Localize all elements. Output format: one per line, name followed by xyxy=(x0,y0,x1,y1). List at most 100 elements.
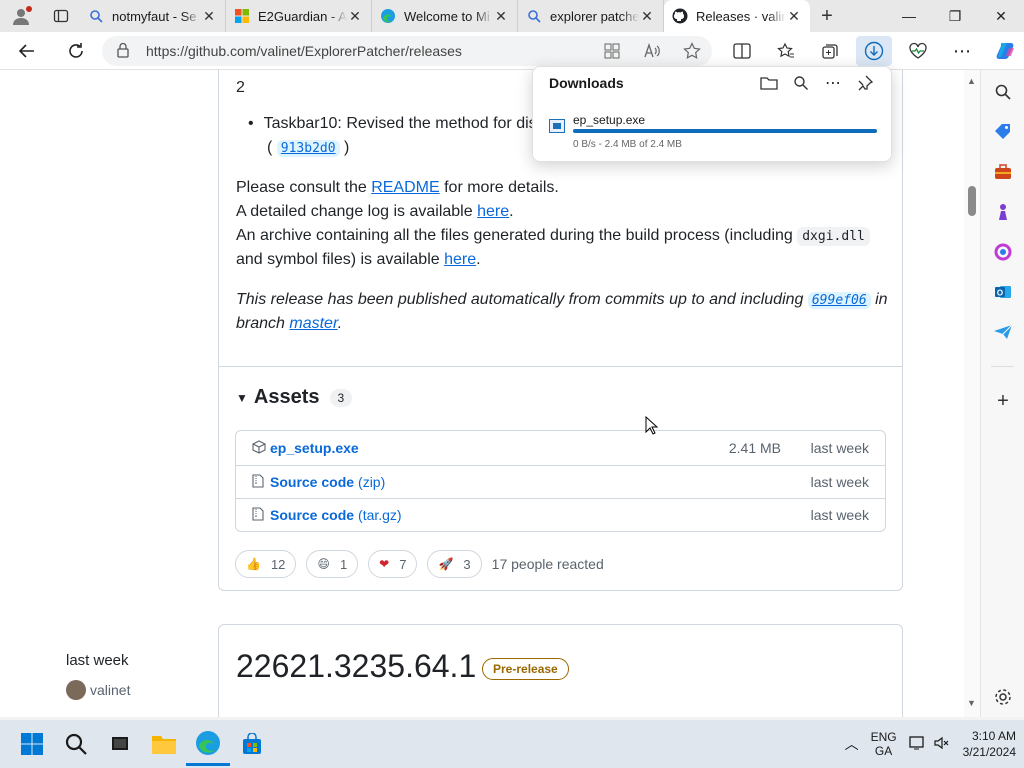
github-icon xyxy=(672,8,688,24)
new-tab-button[interactable]: + xyxy=(810,0,844,32)
sidebar-search[interactable] xyxy=(981,72,1024,112)
address-bar[interactable]: https://github.com/valinet/ExplorerPatch… xyxy=(102,36,712,66)
clock[interactable]: 3:10 AM 3/21/2024 xyxy=(963,728,1016,760)
app-available-icon[interactable] xyxy=(592,43,632,59)
sidebar-outlook[interactable]: O xyxy=(981,272,1024,312)
rocket-icon: 🚀 xyxy=(438,557,454,571)
tab-actions-icon xyxy=(53,9,69,23)
address-toolbar: https://github.com/valinet/ExplorerPatch… xyxy=(0,32,1024,70)
restore-button[interactable]: ❐ xyxy=(932,0,978,32)
tab-5-active[interactable]: Releases · valin ✕ xyxy=(664,0,810,32)
sidebar-drop[interactable] xyxy=(981,312,1024,352)
read-aloud-icon[interactable] xyxy=(632,43,672,59)
scrollbar-thumb[interactable] xyxy=(968,186,976,216)
scroll-down-arrow-icon[interactable]: ▼ xyxy=(967,698,976,708)
back-button[interactable] xyxy=(0,32,54,70)
more-dots-icon: ⋯ xyxy=(825,75,841,92)
bullet-commit: ( 913b2d0 ) xyxy=(267,139,350,157)
package-icon xyxy=(252,439,268,457)
tab-4[interactable]: explorer patche ✕ xyxy=(518,0,664,32)
readme-link[interactable]: README xyxy=(371,179,439,196)
readme-paragraph: Please consult the README for more detai… xyxy=(236,176,559,200)
copilot-button[interactable] xyxy=(984,32,1024,70)
minimize-button[interactable]: — xyxy=(886,0,932,32)
taskbar-search[interactable] xyxy=(54,722,98,766)
volume-muted-icon[interactable] xyxy=(933,735,949,754)
asset-format[interactable]: (tar.gz) xyxy=(358,507,402,523)
store-button[interactable] xyxy=(230,722,274,766)
tab-2[interactable]: E2Guardian - A ✕ xyxy=(226,0,372,32)
url-text: https://github.com/valinet/ExplorerPatch… xyxy=(146,43,462,59)
sidebar-settings[interactable] xyxy=(981,677,1024,717)
input-language[interactable]: ENG GA xyxy=(871,730,897,758)
prerelease-badge: Pre-release xyxy=(482,658,569,680)
close-tab-icon[interactable]: ✕ xyxy=(201,8,217,25)
text: in xyxy=(870,291,888,308)
refresh-button[interactable] xyxy=(54,32,98,70)
tab-3[interactable]: Welcome to Mi ✕ xyxy=(372,0,518,32)
browser-essentials-button[interactable] xyxy=(896,32,940,70)
text: A detailed change log is available xyxy=(236,203,478,220)
asset-link[interactable]: ep_setup.exe xyxy=(270,440,359,456)
favorites-button[interactable] xyxy=(764,32,808,70)
scroll-up-arrow-icon[interactable]: ▲ xyxy=(967,76,976,86)
commit-link[interactable]: 699ef06 xyxy=(807,292,871,309)
sidebar-shopping[interactable] xyxy=(981,112,1024,152)
sidebar-add[interactable]: + xyxy=(981,381,1024,421)
tab-title: Welcome to Mi xyxy=(404,8,490,24)
sidebar-microsoft365[interactable] xyxy=(981,232,1024,272)
more-options-button[interactable]: ⋯ xyxy=(817,73,849,93)
store-icon xyxy=(243,733,261,754)
close-tab-icon[interactable]: ✕ xyxy=(786,8,802,25)
open-folder-button[interactable] xyxy=(753,73,785,93)
release-title[interactable]: 22621.3235.64.1 xyxy=(236,648,476,685)
sidebar-tools[interactable] xyxy=(981,152,1024,192)
svg-text:O: O xyxy=(997,289,1003,298)
date: 3/21/2024 xyxy=(962,745,1016,759)
back-arrow-icon xyxy=(18,43,34,58)
reaction-laugh[interactable]: 😄 1 xyxy=(306,550,359,578)
reaction-rocket[interactable]: 🚀 3 xyxy=(427,550,482,578)
changelog-link[interactable]: here xyxy=(477,203,509,220)
close-window-button[interactable]: ✕ xyxy=(978,0,1024,32)
reaction-heart[interactable]: ❤ 7 xyxy=(368,550,418,578)
close-tab-icon[interactable]: ✕ xyxy=(493,8,509,25)
tab-1[interactable]: notmyfaut - Se ✕ xyxy=(80,0,226,32)
close-tab-icon[interactable]: ✕ xyxy=(347,8,363,25)
collections-button[interactable] xyxy=(808,32,852,70)
reaction-thumbs-up[interactable]: 👍 12 xyxy=(235,550,297,578)
bullet-item: • Taskbar10: Revised the method for dis xyxy=(248,115,537,132)
release-author[interactable]: valinet xyxy=(66,680,130,700)
file-explorer-button[interactable] xyxy=(142,722,186,766)
profile-button[interactable] xyxy=(0,0,42,32)
close-tab-icon[interactable]: ✕ xyxy=(639,8,655,25)
close-icon: ✕ xyxy=(995,7,1007,24)
settings-more-button[interactable]: ⋯ xyxy=(940,32,984,70)
edge-taskbar-button[interactable] xyxy=(186,722,230,766)
sidebar-games[interactable] xyxy=(981,192,1024,232)
favorite-star-icon[interactable] xyxy=(672,42,712,60)
thumbs-up-icon: 👍 xyxy=(246,557,261,571)
network-icon[interactable] xyxy=(908,735,927,754)
page-scrollbar[interactable]: ▲ ▼ xyxy=(964,70,980,717)
download-icon xyxy=(864,41,884,61)
pin-button[interactable] xyxy=(849,73,881,93)
show-hidden-icons-chevron-up-icon[interactable]: ︿ xyxy=(845,734,859,754)
start-button[interactable] xyxy=(10,722,54,766)
assets-title: Assets xyxy=(253,386,320,408)
search-downloads-button[interactable] xyxy=(785,73,817,93)
task-view-button[interactable] xyxy=(98,722,142,766)
archive-link[interactable]: here xyxy=(444,251,476,268)
asset-link[interactable]: Source code xyxy=(270,507,354,523)
toolbar-right: ⋯ xyxy=(720,32,1024,70)
tab-title: notmyfaut - Se xyxy=(112,8,197,24)
assets-toggle[interactable]: ▼ Assets 3 xyxy=(236,386,353,409)
list-number: 2 xyxy=(236,79,245,96)
downloads-button[interactable] xyxy=(856,36,892,66)
branch-link[interactable]: master xyxy=(289,315,337,332)
asset-link[interactable]: Source code xyxy=(270,474,354,490)
tab-actions-button[interactable] xyxy=(42,0,80,32)
split-screen-button[interactable] xyxy=(720,32,764,70)
commit-link[interactable]: 913b2d0 xyxy=(276,140,340,157)
asset-format[interactable]: (zip) xyxy=(358,474,385,490)
